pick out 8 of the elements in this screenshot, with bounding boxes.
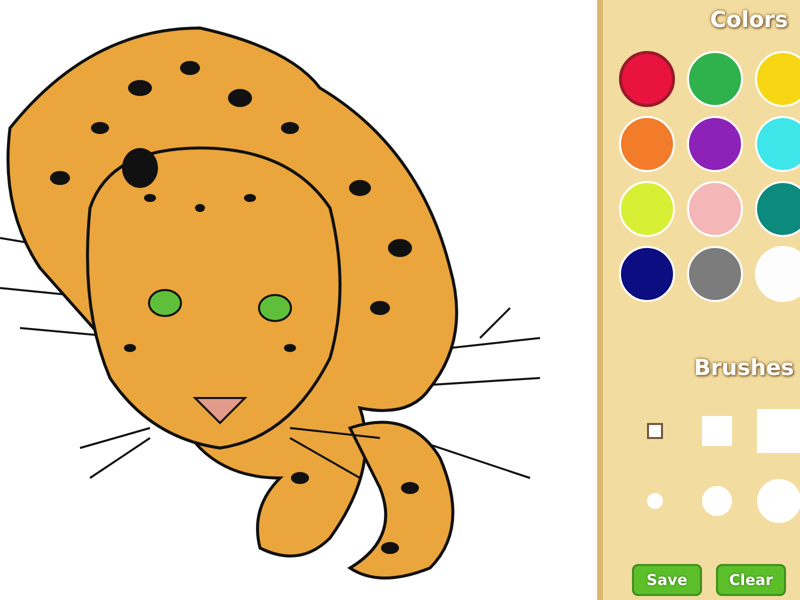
round-brush[interactable] [647,493,663,509]
round-brush[interactable] [757,479,800,523]
round-brush[interactable] [702,486,732,516]
panel-button[interactable]: Save [632,564,702,596]
square-brush[interactable] [647,423,663,439]
panel-button[interactable]: Clear [716,564,786,596]
brushes-heading: Brushes [694,355,794,383]
colors-heading: Colors [710,7,788,35]
